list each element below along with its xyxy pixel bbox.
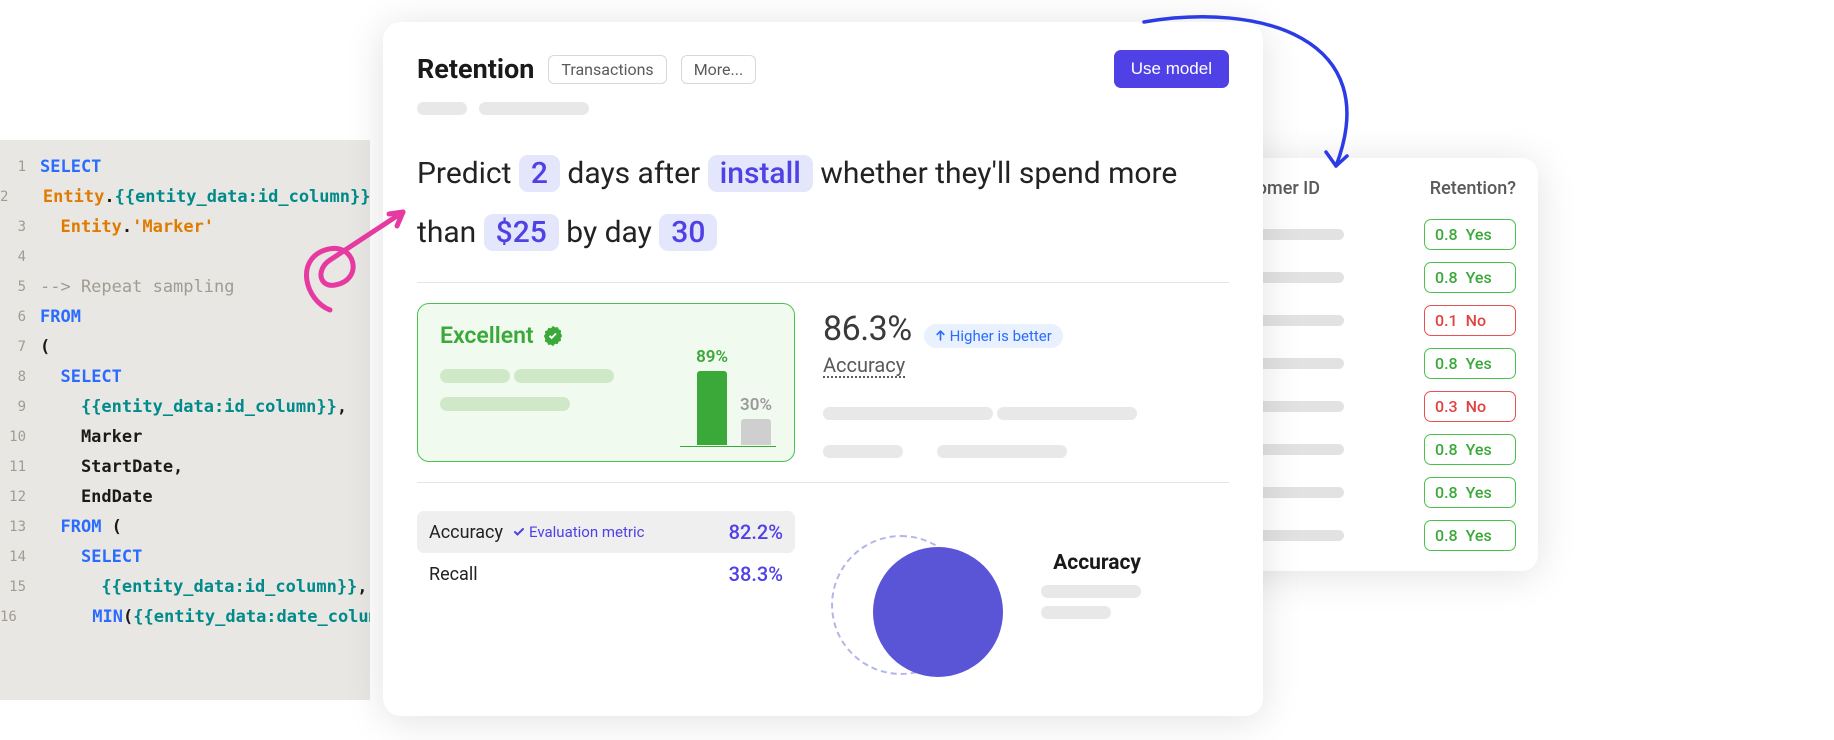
code-line: 16 MIN({{entity_data:date_column bbox=[0, 602, 370, 632]
retention-badge: 0.8Yes bbox=[1424, 348, 1516, 379]
skeleton bbox=[1256, 444, 1344, 455]
result-row: 0.8Yes bbox=[1220, 514, 1516, 557]
retention-badge: 0.8Yes bbox=[1424, 520, 1516, 551]
code-line: 8 SELECT bbox=[0, 362, 370, 392]
metric-name: Accuracy bbox=[429, 522, 503, 543]
skeleton bbox=[1256, 315, 1344, 326]
quality-label: Excellent bbox=[440, 322, 534, 349]
venn-label: Accuracy bbox=[1053, 551, 1141, 575]
divider bbox=[417, 282, 1229, 283]
bar-pct-1: 89% bbox=[696, 347, 728, 367]
result-row: 0.8Yes bbox=[1220, 471, 1516, 514]
accuracy-value: 86.3% bbox=[823, 309, 912, 349]
evaluation-metric-badge: Evaluation metric bbox=[513, 523, 644, 541]
metrics-list: Accuracy Evaluation metric 82.2% Recall … bbox=[417, 511, 795, 689]
result-row: 0.8Yes bbox=[1220, 213, 1516, 256]
divider bbox=[417, 482, 1229, 483]
venn-circle-solid bbox=[873, 547, 1003, 677]
accuracy-summary: 86.3% Higher is better Accuracy bbox=[823, 303, 1229, 462]
arrow-up-icon bbox=[935, 330, 946, 341]
text: Predict bbox=[417, 156, 519, 191]
model-card: Retention Transactions More... Use model… bbox=[383, 22, 1263, 716]
text: by day bbox=[566, 215, 659, 250]
code-line: 2 Entity.{{entity_data:id_column}}, bbox=[0, 182, 370, 212]
pill-days[interactable]: 2 bbox=[519, 155, 560, 192]
badge-text: Higher is better bbox=[950, 327, 1052, 345]
code-line: 6FROM bbox=[0, 302, 370, 332]
code-line: 7( bbox=[0, 332, 370, 362]
pill-event[interactable]: install bbox=[708, 155, 813, 192]
skeleton bbox=[479, 102, 589, 115]
metric-value: 82.2% bbox=[729, 520, 783, 544]
retention-badge: 0.8Yes bbox=[1424, 219, 1516, 250]
result-row: 0.8Yes bbox=[1220, 342, 1516, 385]
retention-badge: 0.3No bbox=[1424, 391, 1516, 422]
retention-badge: 0.8Yes bbox=[1424, 262, 1516, 293]
code-panel: 1SELECT2 Entity.{{entity_data:id_column}… bbox=[0, 140, 370, 700]
quality-bars: 89% 30% bbox=[696, 347, 772, 445]
result-row: 0.8Yes bbox=[1220, 256, 1516, 299]
retention-badge: 0.1No bbox=[1424, 305, 1516, 336]
retention-badge: 0.8Yes bbox=[1424, 434, 1516, 465]
col-retention: Retention? bbox=[1430, 178, 1516, 199]
code-line: 12 EndDate bbox=[0, 482, 370, 512]
code-line: 9 {{entity_data:id_column}}, bbox=[0, 392, 370, 422]
page-title: Retention bbox=[417, 53, 534, 85]
pill-byday[interactable]: 30 bbox=[659, 214, 717, 251]
metric-row-recall[interactable]: Recall 38.3% bbox=[417, 553, 795, 595]
metric-value: 38.3% bbox=[729, 562, 783, 586]
badge-text: Evaluation metric bbox=[529, 523, 644, 541]
code-line: 5--> Repeat sampling bbox=[0, 272, 370, 302]
code-line: 11 StartDate, bbox=[0, 452, 370, 482]
code-line: 13 FROM ( bbox=[0, 512, 370, 542]
chip-more[interactable]: More... bbox=[681, 55, 757, 84]
bar-pct-2: 30% bbox=[740, 395, 772, 415]
code-line: 1SELECT bbox=[0, 152, 370, 182]
code-line: 14 SELECT bbox=[0, 542, 370, 572]
venn-panel: Accuracy bbox=[821, 511, 1229, 689]
chip-transactions[interactable]: Transactions bbox=[548, 55, 666, 84]
result-row: 0.3No bbox=[1220, 385, 1516, 428]
pill-amount[interactable]: $25 bbox=[484, 214, 559, 251]
skeleton bbox=[1256, 358, 1344, 369]
retention-badge: 0.8Yes bbox=[1424, 477, 1516, 508]
quality-card: Excellent 89% 30% bbox=[417, 303, 795, 462]
verified-badge-icon bbox=[542, 325, 564, 347]
code-line: 4 bbox=[0, 242, 370, 272]
skeleton bbox=[1256, 229, 1344, 240]
code-line: 3 Entity.'Marker' bbox=[0, 212, 370, 242]
skeleton bbox=[1256, 272, 1344, 283]
result-row: 0.1No bbox=[1220, 299, 1516, 342]
metric-name: Recall bbox=[429, 564, 478, 585]
result-row: 0.8Yes bbox=[1220, 428, 1516, 471]
accuracy-label: Accuracy bbox=[823, 353, 905, 377]
metric-row-accuracy[interactable]: Accuracy Evaluation metric 82.2% bbox=[417, 511, 795, 553]
skeleton bbox=[1256, 401, 1344, 412]
skeleton bbox=[417, 102, 467, 115]
code-line: 15 {{entity_data:id_column}}, bbox=[0, 572, 370, 602]
accuracy-badge: Higher is better bbox=[924, 324, 1063, 348]
check-icon bbox=[513, 526, 525, 538]
prediction-sentence: Predict 2 days after install whether the… bbox=[417, 145, 1229, 262]
text: days after bbox=[567, 156, 707, 191]
code-line: 10 Marker bbox=[0, 422, 370, 452]
skeleton bbox=[1256, 487, 1344, 498]
skeleton bbox=[1256, 530, 1344, 541]
use-model-button[interactable]: Use model bbox=[1114, 50, 1229, 88]
